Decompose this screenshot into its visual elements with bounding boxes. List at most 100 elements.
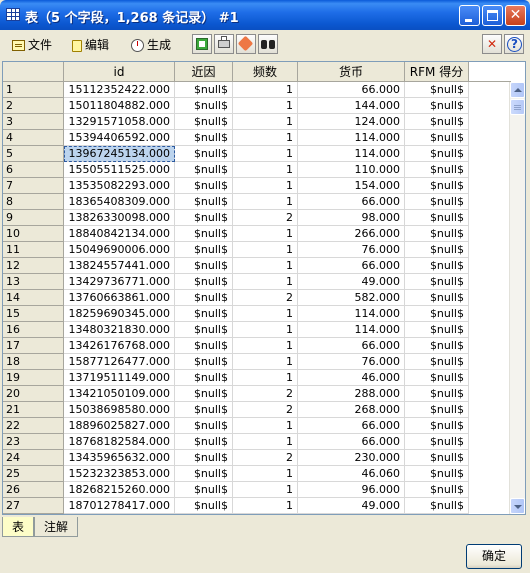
row-number[interactable]: 14	[3, 290, 64, 306]
cell-frequency[interactable]: 1	[233, 306, 298, 322]
table-row[interactable]: 27 18701278417.000 $null$ 1 49.000 $null$	[3, 498, 511, 514]
table-row[interactable]: 19 13719511149.000 $null$ 1 46.000 $null$	[3, 370, 511, 386]
row-number[interactable]: 20	[3, 386, 64, 402]
table-row[interactable]: 12 13824557441.000 $null$ 1 66.000 $null$	[3, 258, 511, 274]
cell-monetary[interactable]: 114.000	[298, 322, 405, 338]
ok-button[interactable]: 确定	[466, 544, 522, 569]
cell-rfm-score[interactable]: $null$	[405, 274, 469, 290]
row-number[interactable]: 4	[3, 130, 64, 146]
table-row[interactable]: 24 13435965632.000 $null$ 2 230.000 $null$	[3, 450, 511, 466]
cell-id[interactable]: 18701278417.000	[64, 498, 175, 514]
cell-frequency[interactable]: 1	[233, 338, 298, 354]
cell-monetary[interactable]: 96.000	[298, 482, 405, 498]
row-number[interactable]: 21	[3, 402, 64, 418]
cell-rfm-score[interactable]: $null$	[405, 194, 469, 210]
table-row[interactable]: 2 15011804882.000 $null$ 1 144.000 $null$	[3, 98, 511, 114]
cell-rfm-score[interactable]: $null$	[405, 242, 469, 258]
scroll-down-button[interactable]	[510, 498, 525, 514]
cell-rfm-score[interactable]: $null$	[405, 322, 469, 338]
column-header-monetary[interactable]: 货币	[298, 62, 405, 82]
cell-monetary[interactable]: 124.000	[298, 114, 405, 130]
tag-button[interactable]	[236, 34, 256, 54]
maximize-button[interactable]	[482, 5, 503, 26]
help-button[interactable]: ?	[504, 34, 524, 54]
header-corner[interactable]	[3, 62, 64, 82]
column-header-rfm-score[interactable]: RFM 得分	[405, 62, 469, 82]
cell-rfm-score[interactable]: $null$	[405, 450, 469, 466]
cell-monetary[interactable]: 110.000	[298, 162, 405, 178]
vertical-scrollbar[interactable]	[509, 82, 525, 514]
cell-frequency[interactable]: 1	[233, 162, 298, 178]
cell-recency[interactable]: $null$	[175, 322, 233, 338]
row-number[interactable]: 18	[3, 354, 64, 370]
cell-frequency[interactable]: 1	[233, 434, 298, 450]
row-number[interactable]: 6	[3, 162, 64, 178]
cell-recency[interactable]: $null$	[175, 434, 233, 450]
generate-menu[interactable]: 生成	[131, 36, 171, 54]
tab-table[interactable]: 表	[2, 517, 34, 537]
cell-id[interactable]: 13426176768.000	[64, 338, 175, 354]
column-header-id[interactable]: id	[64, 62, 175, 82]
cell-rfm-score[interactable]: $null$	[405, 434, 469, 450]
cell-rfm-score[interactable]: $null$	[405, 162, 469, 178]
cell-recency[interactable]: $null$	[175, 306, 233, 322]
cell-id[interactable]: 13826330098.000	[64, 210, 175, 226]
cell-frequency[interactable]: 1	[233, 418, 298, 434]
cell-id[interactable]: 13824557441.000	[64, 258, 175, 274]
row-number[interactable]: 26	[3, 482, 64, 498]
cell-frequency[interactable]: 1	[233, 466, 298, 482]
cell-frequency[interactable]: 1	[233, 242, 298, 258]
cell-monetary[interactable]: 266.000	[298, 226, 405, 242]
cell-monetary[interactable]: 144.000	[298, 98, 405, 114]
table-row[interactable]: 18 15877126477.000 $null$ 1 76.000 $null$	[3, 354, 511, 370]
cell-recency[interactable]: $null$	[175, 466, 233, 482]
cell-monetary[interactable]: 76.000	[298, 242, 405, 258]
cell-monetary[interactable]: 66.000	[298, 194, 405, 210]
row-number[interactable]: 10	[3, 226, 64, 242]
cell-rfm-score[interactable]: $null$	[405, 226, 469, 242]
cell-monetary[interactable]: 76.000	[298, 354, 405, 370]
cell-rfm-score[interactable]: $null$	[405, 338, 469, 354]
close-table-button[interactable]: ✕	[482, 34, 502, 54]
table-row[interactable]: 4 15394406592.000 $null$ 1 114.000 $null$	[3, 130, 511, 146]
table-row[interactable]: 8 18365408309.000 $null$ 1 66.000 $null$	[3, 194, 511, 210]
cell-id[interactable]: 15112352422.000	[64, 82, 175, 98]
cell-monetary[interactable]: 49.000	[298, 498, 405, 514]
cell-monetary[interactable]: 114.000	[298, 306, 405, 322]
close-window-button[interactable]: ✕	[505, 5, 526, 26]
table-row[interactable]: 25 15232323853.000 $null$ 1 46.060 $null$	[3, 466, 511, 482]
cell-id[interactable]: 18896025827.000	[64, 418, 175, 434]
column-header-frequency[interactable]: 频数	[233, 62, 298, 82]
cell-id[interactable]: 13535082293.000	[64, 178, 175, 194]
cell-id[interactable]: 13291571058.000	[64, 114, 175, 130]
table-row[interactable]: 15 18259690345.000 $null$ 1 114.000 $null$	[3, 306, 511, 322]
cell-recency[interactable]: $null$	[175, 210, 233, 226]
cell-rfm-score[interactable]: $null$	[405, 402, 469, 418]
cell-id[interactable]: 13429736771.000	[64, 274, 175, 290]
table-row[interactable]: 3 13291571058.000 $null$ 1 124.000 $null$	[3, 114, 511, 130]
cell-id[interactable]: 18840842134.000	[64, 226, 175, 242]
cell-id[interactable]: 18365408309.000	[64, 194, 175, 210]
cell-rfm-score[interactable]: $null$	[405, 482, 469, 498]
row-number[interactable]: 15	[3, 306, 64, 322]
cell-recency[interactable]: $null$	[175, 162, 233, 178]
cell-frequency[interactable]: 1	[233, 482, 298, 498]
cell-frequency[interactable]: 1	[233, 370, 298, 386]
table-row[interactable]: 23 18768182584.000 $null$ 1 66.000 $null$	[3, 434, 511, 450]
cell-rfm-score[interactable]: $null$	[405, 290, 469, 306]
cell-monetary[interactable]: 230.000	[298, 450, 405, 466]
cell-rfm-score[interactable]: $null$	[405, 114, 469, 130]
cell-rfm-score[interactable]: $null$	[405, 210, 469, 226]
table-row[interactable]: 16 13480321830.000 $null$ 1 114.000 $null$	[3, 322, 511, 338]
table-row[interactable]: 5 13967245134.000 $null$ 1 114.000 $null$	[3, 146, 511, 162]
cell-frequency[interactable]: 1	[233, 194, 298, 210]
cell-rfm-score[interactable]: $null$	[405, 146, 469, 162]
row-number[interactable]: 25	[3, 466, 64, 482]
cell-rfm-score[interactable]: $null$	[405, 354, 469, 370]
row-number[interactable]: 1	[3, 82, 64, 98]
cell-monetary[interactable]: 66.000	[298, 258, 405, 274]
cell-monetary[interactable]: 66.000	[298, 82, 405, 98]
cell-monetary[interactable]: 66.000	[298, 418, 405, 434]
cell-id[interactable]: 18768182584.000	[64, 434, 175, 450]
cell-frequency[interactable]: 2	[233, 402, 298, 418]
